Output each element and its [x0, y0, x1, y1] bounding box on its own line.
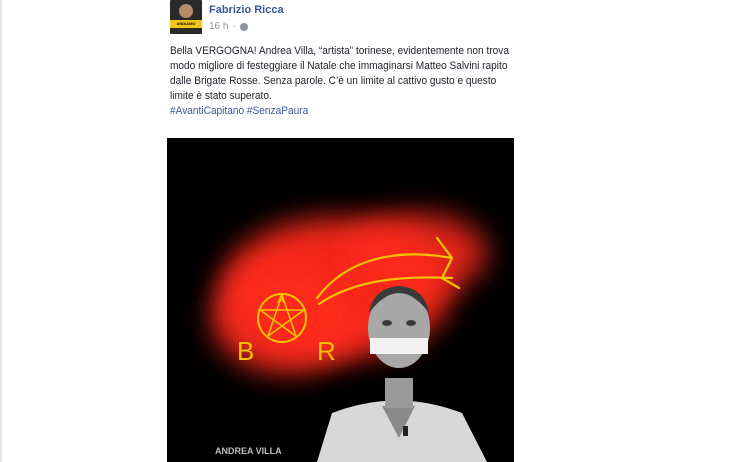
- post-image-artwork: A B R ANDREA VILLA: [167, 138, 514, 462]
- meta-separator: ·: [232, 21, 236, 32]
- post-image[interactable]: A B R ANDREA VILLA: [167, 138, 514, 462]
- star-letter: A: [277, 294, 285, 306]
- window-edge: [0, 0, 2, 462]
- author-avatar[interactable]: ANDIAMO: [170, 0, 202, 34]
- image-credit: ANDREA VILLA: [215, 446, 282, 456]
- post-timestamp[interactable]: 16 h: [209, 21, 228, 32]
- avatar-band-text: ANDIAMO: [176, 21, 196, 26]
- globe-icon[interactable]: [239, 22, 248, 31]
- letter-b: B: [237, 336, 254, 366]
- post-message: Bella VERGOGNA! Andrea Villa, “artista” …: [170, 45, 510, 102]
- letter-r: R: [317, 336, 336, 366]
- author-name[interactable]: Fabrizio Ricca: [209, 4, 284, 16]
- post-header: ANDIAMO Fabrizio Ricca 16 h ·: [170, 0, 510, 36]
- post-meta: 16 h ·: [209, 21, 248, 32]
- hashtag-avanticapitano[interactable]: #AvantiCapitano: [170, 105, 244, 117]
- avatar-face: [179, 4, 193, 18]
- post-body: Bella VERGOGNA! Andrea Villa, “artista” …: [170, 44, 510, 119]
- hashtag-senzapaura[interactable]: #SenzaPaura: [247, 105, 308, 117]
- hashtag-line: #AvantiCapitano #SenzaPaura: [170, 104, 510, 119]
